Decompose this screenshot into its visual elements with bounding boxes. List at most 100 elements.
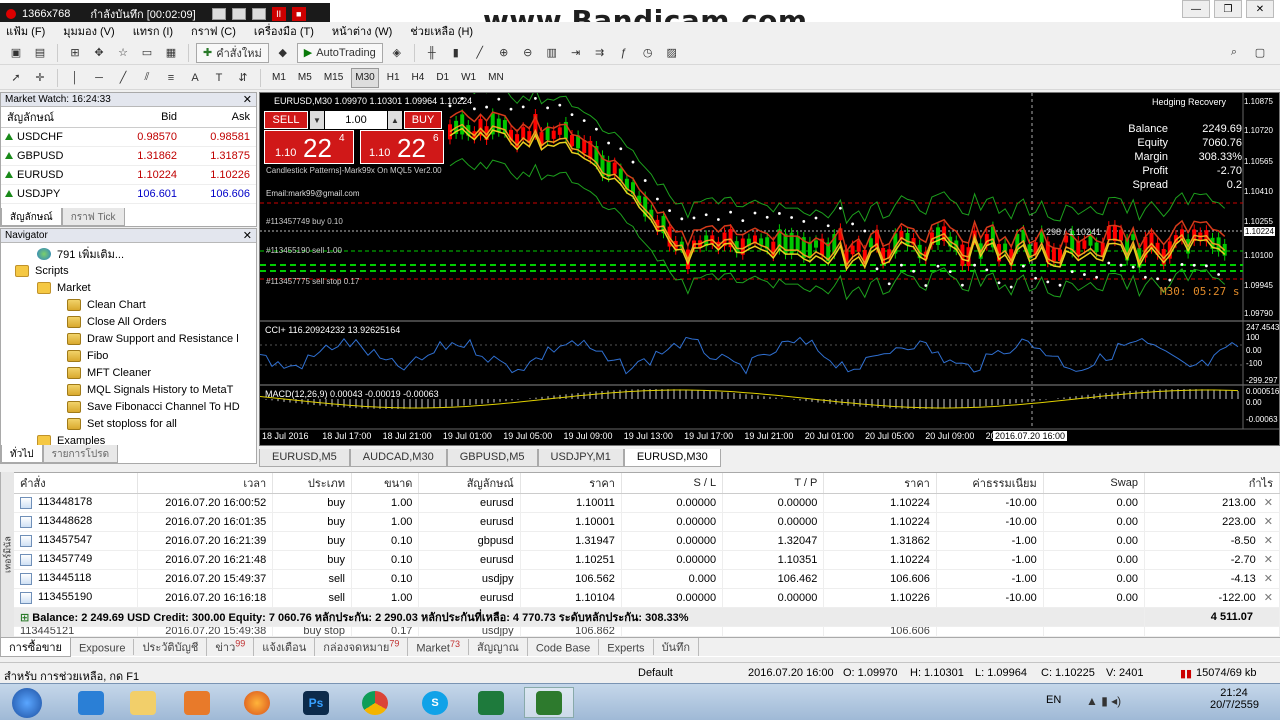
menu-view[interactable]: มุมมอง (V) [63, 22, 114, 40]
terminal-tab[interactable]: สัญญาณ [469, 638, 528, 656]
taskbar-app[interactable]: S [410, 687, 460, 718]
timeframe-mn[interactable]: MN [484, 68, 508, 88]
column-bid[interactable]: Bid [110, 107, 184, 128]
data-window-icon[interactable]: ✥ [89, 43, 109, 63]
tab-symbols[interactable]: สัญลักษณ์ [1, 208, 62, 226]
lot-input[interactable]: 1.00 [325, 111, 387, 129]
menu-insert[interactable]: แทรก (I) [133, 22, 173, 40]
taskbar-app[interactable]: Ps [291, 687, 341, 718]
chart-tab-gbpusd-m5[interactable]: GBPUSD,M5 [446, 449, 538, 467]
strategy-tester-icon[interactable]: ▦ [161, 43, 181, 63]
close-order-icon[interactable]: ✕ [1256, 592, 1273, 604]
bar-chart-icon[interactable]: ╫ [422, 43, 442, 63]
sell-price-box[interactable]: 1.10 22 4 [264, 130, 354, 164]
tab-common[interactable]: ทั่วไป [1, 445, 43, 463]
terminal-tab[interactable]: แจ้งเตือน [254, 638, 316, 656]
market-watch-icon[interactable]: ⊞ [65, 43, 85, 63]
camera-icon[interactable] [231, 8, 246, 20]
navigator-item[interactable]: Scripts [1, 262, 256, 279]
autotrading-button[interactable]: ▶ AutoTrading [296, 42, 383, 63]
menu-tools[interactable]: เครื่องมือ (T) [254, 22, 314, 40]
tile-windows-icon[interactable]: ▥ [542, 43, 562, 63]
minimize-icon[interactable]: — [1182, 0, 1210, 18]
chart-tab-usdjpy-m1[interactable]: USDJPY,M1 [537, 449, 624, 467]
profiles-icon[interactable]: ▤ [30, 43, 50, 63]
navigator-item[interactable]: Market [1, 279, 256, 296]
terminal-tab[interactable]: Market73 [408, 639, 469, 655]
market-watch-row[interactable]: EURUSD 1.10224 1.10226 [1, 165, 256, 185]
templates-icon[interactable]: ▨ [662, 43, 682, 63]
menu-charts[interactable]: กราฟ (C) [191, 22, 236, 40]
new-chart-icon[interactable]: ▣ [6, 43, 26, 63]
terminal-tab[interactable]: Exposure [71, 639, 135, 655]
terminal-tab[interactable]: บันทึก [654, 638, 699, 656]
text-icon[interactable]: A [185, 68, 205, 88]
taskbar-app[interactable] [118, 687, 168, 718]
metaeditor-icon[interactable]: ◆ [273, 43, 293, 63]
timeframe-m15[interactable]: M15 [320, 68, 347, 88]
market-watch-row[interactable]: USDCHF 0.98570 0.98581 [1, 127, 256, 147]
tab-tick-chart[interactable]: กราฟ Tick [61, 208, 125, 226]
menu-file[interactable]: แฟ้ม (F) [6, 22, 45, 40]
navigator-item[interactable]: Clean Chart [1, 296, 256, 313]
crosshair-icon[interactable]: ✛ [30, 68, 50, 88]
buy-button[interactable]: BUY [404, 111, 442, 129]
timeframe-m5[interactable]: M5 [294, 68, 316, 88]
start-button[interactable] [2, 687, 52, 718]
terminal-tab[interactable]: Code Base [528, 639, 600, 655]
tray-icons[interactable]: ▲ ▮ ◂) [1086, 694, 1121, 708]
navigator-item[interactable]: MFT Cleaner [1, 364, 256, 381]
pencil-icon[interactable] [251, 8, 266, 20]
oneclick-icon[interactable]: ◈ [387, 43, 407, 63]
trade-row[interactable]: 113457749 2016.07.20 16:21:48 buy 0.10 eurus… [14, 550, 1280, 570]
search-icon[interactable]: ⌕ [1224, 43, 1244, 63]
terminal-tab[interactable]: Experts [599, 639, 654, 655]
vertical-line-icon[interactable]: │ [65, 68, 85, 88]
chart-tab-audcad-m30[interactable]: AUDCAD,M30 [349, 449, 447, 467]
close-icon[interactable]: ✕ [243, 93, 256, 106]
indicators-icon[interactable]: ƒ [614, 43, 634, 63]
market-watch-row[interactable]: USDJPY 106.601 106.606 [1, 184, 256, 204]
stop-icon[interactable]: ■ [291, 7, 306, 21]
terminal-tab[interactable]: ข่าว99 [207, 638, 255, 656]
maximize-icon[interactable]: ❐ [1214, 0, 1242, 18]
order-line-label-1[interactable]: #113457749 buy 0.10 [266, 217, 343, 226]
taskbar-app[interactable] [66, 687, 116, 718]
timeframe-d1[interactable]: D1 [432, 68, 453, 88]
column-header[interactable]: กำไร [1144, 473, 1280, 494]
navigator-item[interactable]: Close All Orders [1, 313, 256, 330]
column-ask[interactable]: Ask [183, 107, 256, 128]
column-header[interactable]: ขนาด [351, 473, 420, 494]
new-order-button[interactable]: ✚ คำสั่งใหม่ [196, 42, 269, 63]
trade-row[interactable]: 113445118 2016.07.20 15:49:37 sell 0.10 usdj… [14, 569, 1280, 589]
tab-favorites[interactable]: รายการโปรด [42, 445, 119, 463]
close-icon[interactable]: ✕ [243, 229, 256, 242]
zoom-out-icon[interactable]: ⊖ [518, 43, 538, 63]
cursor-icon[interactable]: ➚ [6, 68, 26, 88]
trade-row[interactable]: 113448628 2016.07.20 16:01:35 buy 1.00 eurus… [14, 512, 1280, 532]
minimize-recorder-icon[interactable] [211, 8, 226, 20]
menu-window[interactable]: หน้าต่าง (W) [332, 22, 392, 40]
taskbar-app[interactable] [466, 687, 516, 718]
close-order-icon[interactable]: ✕ [1256, 535, 1273, 547]
column-header[interactable]: ราคา [520, 473, 622, 494]
navigator-item[interactable]: MQL Signals History to MetaT [1, 381, 256, 398]
timeframe-h1[interactable]: H1 [383, 68, 404, 88]
timeframe-w1[interactable]: W1 [457, 68, 480, 88]
horizontal-line-icon[interactable]: ─ [89, 68, 109, 88]
trade-row[interactable]: 113457547 2016.07.20 16:21:39 buy 0.10 gbpus… [14, 531, 1280, 551]
terminal-tab[interactable]: การซื้อขาย [0, 637, 71, 657]
column-symbol[interactable]: สัญลักษณ์ [1, 107, 111, 128]
line-chart-icon[interactable]: ╱ [470, 43, 490, 63]
taskbar-app[interactable] [232, 687, 282, 718]
timeframe-m30[interactable]: M30 [351, 67, 379, 88]
autoscroll-icon[interactable]: ⇉ [590, 43, 610, 63]
lot-increase-icon[interactable]: ▲ [388, 111, 402, 129]
close-order-icon[interactable]: ✕ [1256, 573, 1273, 585]
navigator-item[interactable]: Set stoploss for all [1, 415, 256, 432]
lot-decrease-icon[interactable]: ▼ [310, 111, 324, 129]
navigator-item[interactable]: 791 เพิ่มเติม... [1, 245, 256, 262]
terminal-tab[interactable]: ประวัติบัญชี [134, 638, 208, 656]
menu-help[interactable]: ช่วยเหลือ (H) [410, 22, 473, 40]
language-indicator[interactable]: EN [1046, 694, 1061, 706]
